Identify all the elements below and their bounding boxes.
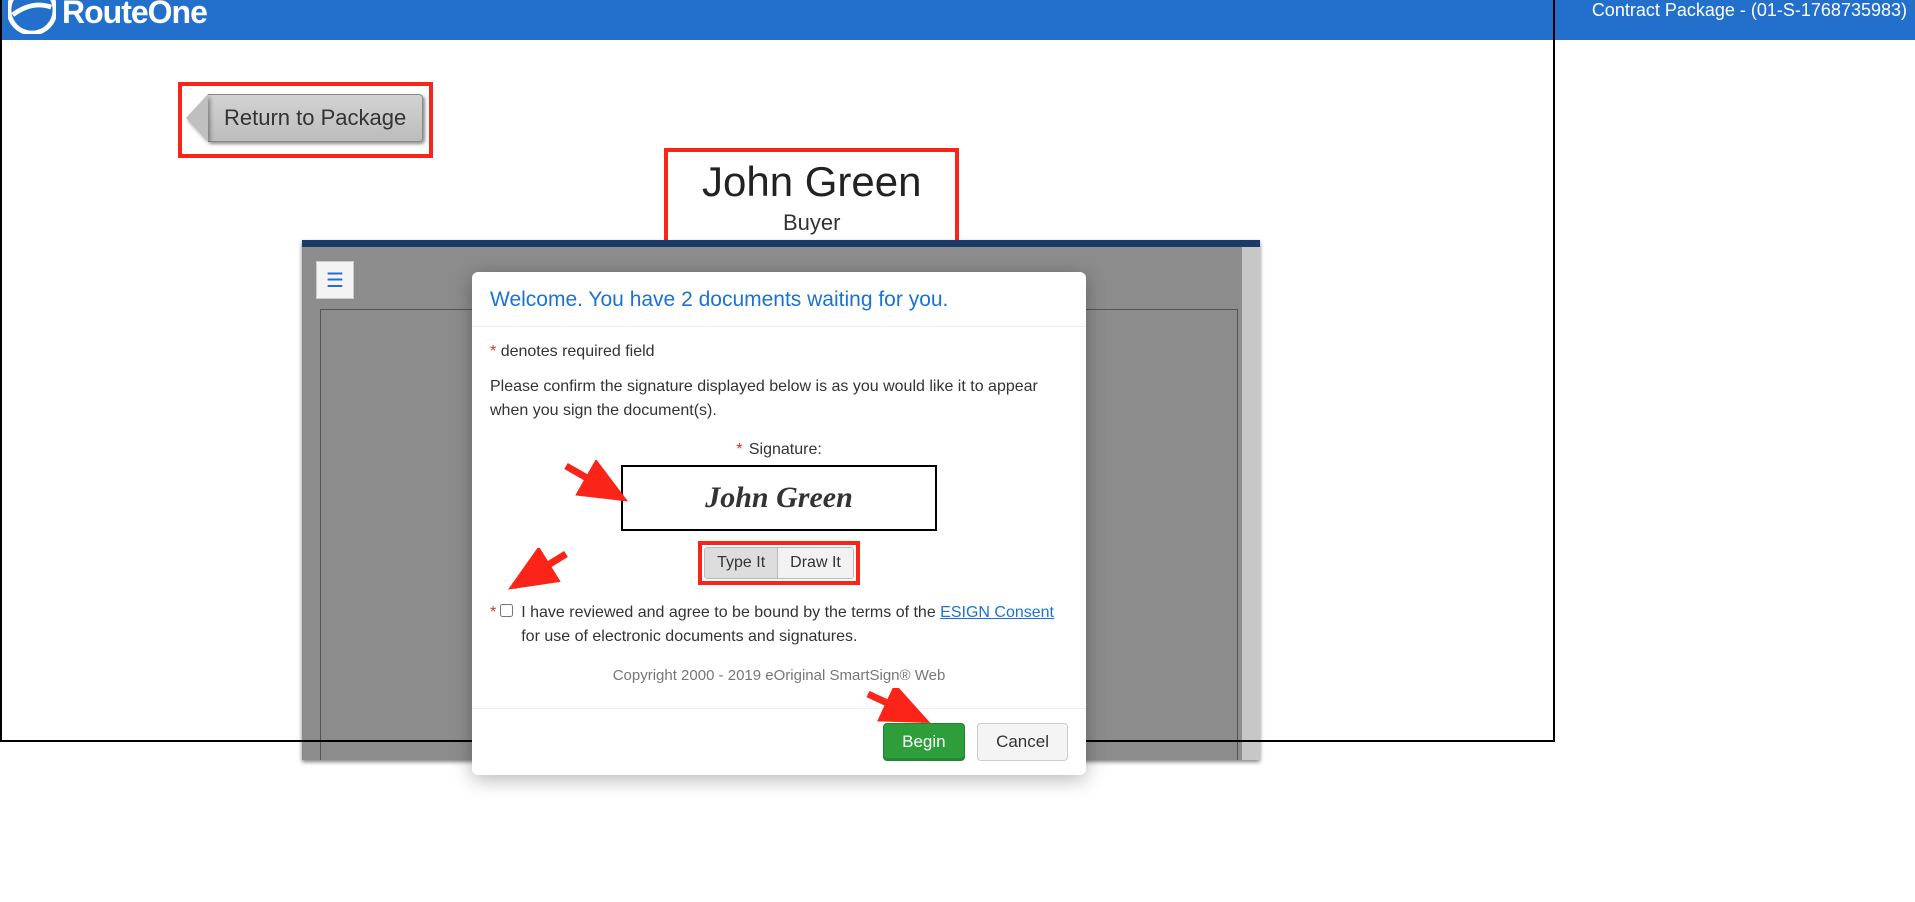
hamburger-icon: ☰ xyxy=(326,268,344,293)
brand-logo: RouteOne xyxy=(8,0,207,40)
return-to-package-button[interactable]: Return to Package xyxy=(186,94,423,142)
signature-label: Signature: xyxy=(749,441,822,458)
signature-modal: Welcome. You have 2 documents waiting fo… xyxy=(472,272,1086,775)
hamburger-menu-button[interactable]: ☰ xyxy=(316,261,354,299)
type-it-button[interactable]: Type It xyxy=(705,548,777,578)
consent-post: for use of electronic documents and sign… xyxy=(521,628,857,645)
modal-body: * denotes required field Please confirm … xyxy=(472,327,1086,708)
consent-row: * I have reviewed and agree to be bound … xyxy=(490,601,1068,649)
required-asterisk: * xyxy=(490,601,496,625)
confirm-signature-text: Please confirm the signature displayed b… xyxy=(490,375,1068,423)
draw-it-button[interactable]: Draw It xyxy=(777,548,853,578)
required-asterisk: * xyxy=(490,343,496,360)
return-button-label: Return to Package xyxy=(208,94,423,142)
consent-text: I have reviewed and agree to be bound by… xyxy=(521,601,1068,649)
app-header: RouteOne Contract Package - (01-S-176873… xyxy=(0,0,1915,40)
consent-checkbox[interactable] xyxy=(500,604,513,617)
esign-consent-link[interactable]: ESIGN Consent xyxy=(940,604,1054,621)
copyright-text: Copyright 2000 - 2019 eOriginal SmartSig… xyxy=(490,649,1068,692)
cancel-button[interactable]: Cancel xyxy=(977,723,1068,761)
viewer-scrollbar[interactable] xyxy=(1242,247,1260,760)
signer-highlight: John Green Buyer xyxy=(664,148,959,250)
brand-logo-icon xyxy=(8,0,56,34)
signer-role: Buyer xyxy=(702,210,921,236)
signer-name: John Green xyxy=(702,158,921,206)
signature-label-row: * Signature: xyxy=(490,441,1068,459)
signature-preview-text: John Green xyxy=(705,481,853,515)
brand-name: RouteOne xyxy=(62,0,207,31)
package-label: Contract Package - (01-S-1768735983) xyxy=(1592,0,1907,21)
return-button-highlight: Return to Package xyxy=(178,82,433,158)
signature-toggle-highlight: Type It Draw It xyxy=(698,541,860,585)
modal-title: Welcome. You have 2 documents waiting fo… xyxy=(472,272,1086,327)
signature-mode-toggle: Type It Draw It xyxy=(704,547,854,579)
back-arrow-icon xyxy=(186,94,208,142)
required-asterisk: * xyxy=(736,441,742,458)
signature-preview-box[interactable]: John Green xyxy=(621,465,937,531)
signature-section: * Signature: John Green Type It Draw It xyxy=(490,441,1068,585)
modal-footer: Begin Cancel xyxy=(472,708,1086,775)
required-field-note: * denotes required field xyxy=(490,343,1068,361)
consent-pre: I have reviewed and agree to be bound by… xyxy=(521,604,940,621)
begin-button[interactable]: Begin xyxy=(883,723,964,761)
required-note-text: denotes required field xyxy=(501,343,655,360)
